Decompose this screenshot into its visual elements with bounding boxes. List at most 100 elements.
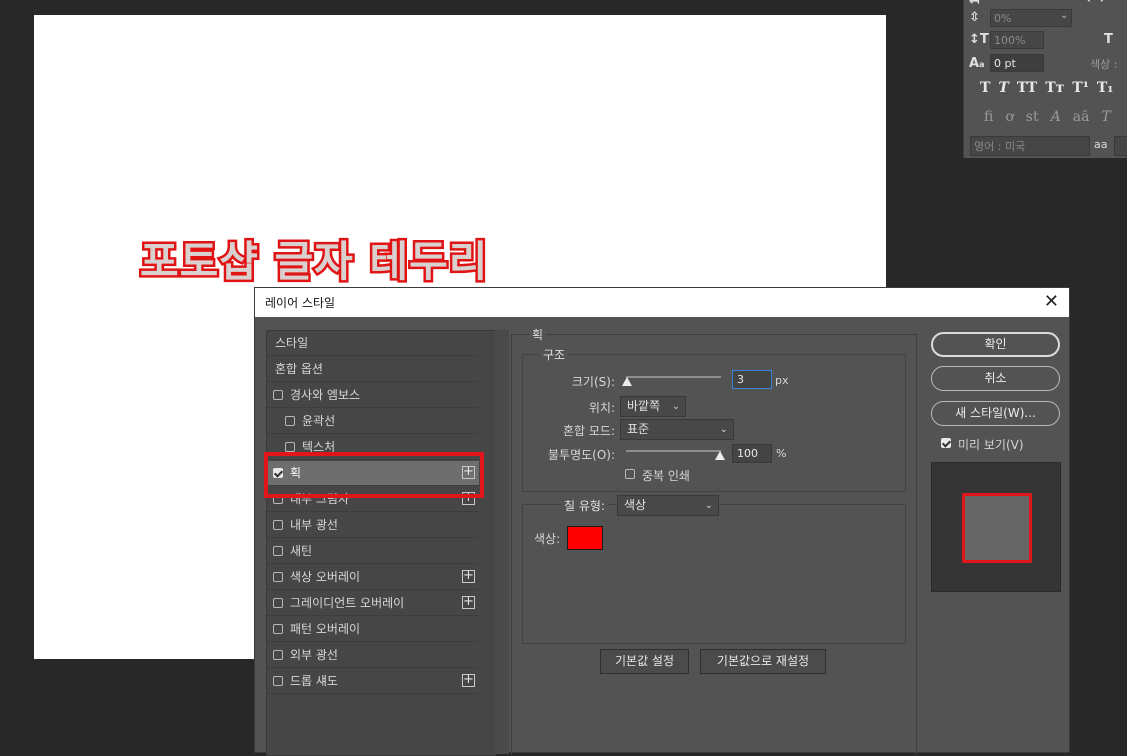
add-instance-icon[interactable]: +	[462, 569, 475, 583]
stroke-group-title: 획	[529, 326, 547, 343]
baseline-shift-icon: Aa	[969, 56, 985, 71]
style-list-scrollbar[interactable]	[495, 330, 509, 754]
position-select[interactable]: 바깥쪽 ⌄	[620, 396, 686, 417]
style-checkbox[interactable]	[273, 572, 283, 582]
vertical-scale-field[interactable]: 100%	[990, 31, 1044, 49]
style-list-item[interactable]: 경사와 엠보스	[267, 383, 479, 408]
tracking-icon: ⇳	[969, 10, 980, 25]
color-label: 색상 :	[1090, 58, 1118, 71]
style-list-label: 윤곽선	[302, 414, 336, 428]
structure-title: 구조	[540, 346, 569, 363]
style-list-item[interactable]: 외부 광선	[267, 643, 479, 668]
style-checkbox[interactable]	[273, 676, 283, 686]
chevron-down-icon: ⌄	[671, 401, 680, 412]
style-list-item[interactable]: 내부 광선	[267, 513, 479, 538]
opacity-unit: %	[776, 447, 787, 460]
style-checkbox[interactable]	[273, 546, 283, 556]
style-checkbox[interactable]	[285, 442, 295, 452]
style-checkbox[interactable]	[273, 598, 283, 608]
vertical-scale-icon: ↕T	[969, 32, 989, 47]
stroke-color-swatch[interactable]	[567, 526, 603, 550]
add-instance-icon[interactable]: +	[462, 595, 475, 609]
kerning-icon: ⟷	[1086, 0, 1105, 7]
style-list-label: 스타일	[275, 336, 309, 350]
style-list-label: 새틴	[290, 544, 313, 558]
stroke-highlight-annotation	[264, 452, 484, 498]
small-caps-button[interactable]: Tт	[1045, 80, 1064, 96]
ok-button[interactable]: 확인	[931, 332, 1060, 357]
position-value: 바깥쪽	[627, 399, 661, 413]
style-list-label: 외부 광선	[290, 648, 338, 662]
style-list-item[interactable]: 드롭 섀도 +	[267, 669, 479, 694]
titling-alternates-button[interactable]: T	[1101, 109, 1110, 125]
tracking-dropdown-icon[interactable]: ⌄	[1060, 10, 1068, 21]
add-instance-icon[interactable]: +	[462, 673, 475, 687]
canvas-stroked-text: 포토샵 글자 테두리	[137, 235, 489, 289]
baseline-shift-field[interactable]: 0 pt	[990, 54, 1044, 72]
anti-alias-select[interactable]	[1114, 136, 1127, 156]
tracking-row: ⇳ 0% ⌄	[964, 8, 1127, 30]
old-style-button[interactable]: ơ	[1005, 109, 1013, 125]
overprint-label: 중복 인쇄	[642, 469, 690, 483]
set-default-button[interactable]: 기본값 설정	[600, 649, 689, 674]
discretionary-ligature-button[interactable]: st	[1026, 109, 1039, 125]
subscript-button[interactable]: T₁	[1097, 80, 1114, 96]
size-unit: px	[775, 374, 789, 387]
style-list-item[interactable]: 스타일	[267, 331, 479, 356]
style-list-label: 내부 광선	[290, 518, 338, 532]
stylistic-alternates-button[interactable]: aā	[1073, 109, 1090, 125]
style-list-label: 그레이디언트 오버레이	[290, 596, 405, 610]
opentype-buttons: fi ơ st A aā T	[984, 109, 1111, 125]
style-list-item[interactable]: 새틴	[267, 539, 479, 564]
blend-mode-value: 표준	[627, 422, 650, 436]
faux-italic-button[interactable]: T	[998, 80, 1008, 96]
color-label: 색상:	[534, 532, 561, 546]
style-list-label: 패턴 오버레이	[290, 622, 361, 636]
size-slider[interactable]	[626, 376, 721, 378]
chevron-down-icon: ⌄	[704, 500, 713, 511]
superscript-button[interactable]: T¹	[1072, 80, 1089, 96]
style-checkbox[interactable]	[285, 416, 295, 426]
dialog-title: 레이어 스타일	[265, 296, 336, 310]
language-select[interactable]: 영어 : 미국	[970, 136, 1090, 156]
style-checkbox[interactable]	[273, 624, 283, 634]
size-input[interactable]: 3	[732, 370, 772, 389]
layer-style-dialog: 레이어 스타일 ✕ 스타일 혼합 옵션 경사와 엠보스 윤곽선 텍스처 획 + 내부 그림자 +…	[254, 287, 1070, 756]
style-checkbox[interactable]	[273, 390, 283, 400]
anti-alias-label: aa	[1094, 138, 1108, 151]
style-list-item[interactable]: 색상 오버레이 +	[267, 565, 479, 590]
opacity-slider[interactable]	[626, 450, 721, 452]
style-list-item[interactable]: 그레이디언트 오버레이 +	[267, 591, 479, 616]
close-icon[interactable]: ✕	[1044, 291, 1059, 312]
opacity-input[interactable]: 100	[732, 444, 772, 463]
style-list-label: 색상 오버레이	[290, 570, 361, 584]
size-slider-thumb[interactable]	[622, 377, 632, 386]
all-caps-button[interactable]: TT	[1017, 80, 1037, 96]
blend-mode-select[interactable]: 표준 ⌄	[620, 419, 734, 440]
swash-button[interactable]: A	[1051, 109, 1061, 125]
cancel-button[interactable]: 취소	[931, 366, 1060, 391]
reset-default-button[interactable]: 기본값으로 재설정	[700, 649, 826, 674]
fill-type-select[interactable]: 색상 ⌄	[617, 495, 719, 516]
character-panel: ↤ ⟷ ⇳ 0% ⌄ ↕T 100% T Aa 0 pt 색상 : T T TT…	[963, 0, 1127, 158]
new-style-button[interactable]: 새 스타일(W)...	[931, 401, 1060, 426]
style-list-label: 드롭 섀도	[290, 674, 338, 688]
fill-type-label: 칠 유형:	[561, 497, 608, 514]
style-list: 스타일 혼합 옵션 경사와 엠보스 윤곽선 텍스처 획 + 내부 그림자 + 내부 광선 새틴 색상 …	[266, 330, 496, 756]
style-list-item[interactable]: 패턴 오버레이	[267, 617, 479, 642]
ligature-button[interactable]: fi	[984, 109, 993, 125]
opacity-slider-thumb[interactable]	[715, 451, 725, 460]
preview-checkbox[interactable]	[941, 438, 951, 448]
style-list-item[interactable]: 혼합 옵션	[267, 357, 479, 382]
horizontal-scale-icon: T	[1104, 32, 1113, 47]
dialog-titlebar: 레이어 스타일 ✕	[255, 288, 1069, 317]
overprint-checkbox[interactable]	[625, 469, 635, 479]
style-list-item[interactable]: 윤곽선	[267, 409, 479, 434]
baseline-row: Aa 0 pt 색상 :	[964, 54, 1127, 76]
style-checkbox[interactable]	[273, 520, 283, 530]
style-checkbox[interactable]	[273, 650, 283, 660]
chevron-down-icon: ⌄	[719, 424, 728, 435]
vertical-scale-row: ↕T 100% T	[964, 30, 1127, 52]
preview-label: 미리 보기(V)	[958, 438, 1024, 452]
faux-bold-button[interactable]: T	[980, 80, 990, 96]
